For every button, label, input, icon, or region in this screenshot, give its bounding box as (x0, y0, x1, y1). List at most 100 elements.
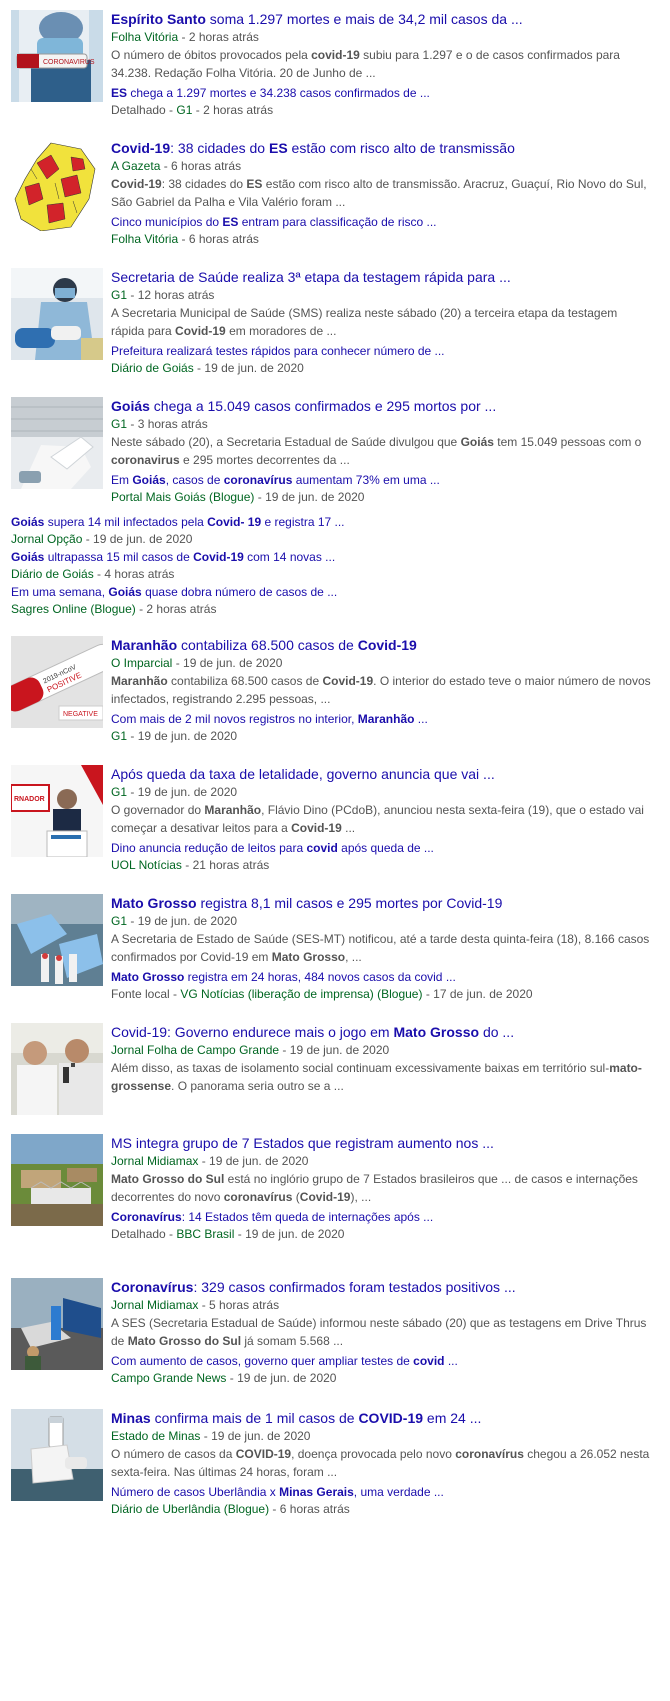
related-story-link[interactable]: Número de casos Uberlândia x Minas Gerai… (111, 1484, 651, 1500)
text-run: O número de casos da (111, 1447, 236, 1461)
story-headline-link[interactable]: Secretaria de Saúde realiza 3ª etapa da … (111, 268, 651, 286)
highlighted-term: Goiás (132, 473, 166, 487)
news-source: Folha Vitória (111, 30, 179, 44)
story-headline-link[interactable]: Mato Grosso registra 8,1 mil casos e 295… (111, 894, 651, 912)
highlighted-term: Maranhão (204, 803, 262, 817)
highlighted-term: Mato Grosso do Sul (111, 1172, 225, 1186)
meta-separator: - (234, 1227, 246, 1241)
highlighted-term: Goiás (108, 585, 142, 599)
text-run: ... (444, 1354, 458, 1368)
aerial-hospital-photo-icon[interactable] (11, 1134, 103, 1226)
related-story-link[interactable]: Em uma semana, Goiás quase dobra número … (11, 584, 611, 600)
lab-gloves-photo-icon[interactable] (11, 397, 103, 489)
drive-thru-photo-icon[interactable] (11, 1278, 103, 1370)
publish-time: 19 de jun. de 2020 (265, 490, 365, 504)
meta-separator: - (127, 914, 138, 928)
text-run: em 24 ... (423, 1410, 482, 1426)
story-meta: Fonte local - VG Notícias (liberação de … (111, 986, 651, 1002)
vaccine-vial-photo-icon[interactable] (11, 1409, 103, 1501)
text-run: supera 14 mil infectados pela (44, 515, 208, 529)
related-story-link[interactable]: Dino anuncia redução de leitos para covi… (111, 840, 651, 856)
highlighted-term: ES (111, 86, 128, 100)
text-run: Com mais de 2 mil novos registros no int… (111, 712, 358, 726)
news-source: G1 (111, 785, 128, 799)
highlighted-term: Covid-19 (193, 550, 244, 564)
related-story-link[interactable]: Com aumento de casos, governo quer ampli… (111, 1353, 651, 1369)
related-story-link[interactable]: Coronavírus: 14 Estados têm queda de int… (111, 1209, 651, 1225)
highlighted-term: covid-19 (311, 48, 360, 62)
extra-related-story: Em uma semana, Goiás quase dobra número … (11, 584, 611, 617)
story-headline-link[interactable]: Goiás chega a 15.049 casos confirmados e… (111, 397, 651, 415)
related-story-link[interactable]: Goiás supera 14 mil infectados pela Covi… (11, 514, 611, 530)
highlighted-term: Covid-19 (175, 324, 226, 338)
text-run: . O panorama seria outro se a ... (171, 1079, 344, 1093)
story-headline-link[interactable]: Coronavírus: 329 casos confirmados foram… (111, 1278, 651, 1296)
svg-text:RNADOR: RNADOR (14, 796, 45, 803)
highlighted-term: ES (268, 140, 288, 156)
story-headline-link[interactable]: Após queda da taxa de letalidade, govern… (111, 765, 651, 783)
highlighted-term: Coronavírus (111, 1279, 194, 1295)
news-source: Folha Vitória (111, 232, 179, 246)
news-source: G1 (111, 729, 128, 743)
related-story-link[interactable]: Prefeitura realizará testes rápidos para… (111, 343, 651, 359)
risk-map-icon[interactable] (11, 139, 103, 231)
publish-time: 2 horas atrás (188, 30, 259, 44)
text-run: A Secretaria de Estado de Saúde (SES-MT)… (111, 932, 650, 964)
story-snippet: O número de casos da COVID-19, doença pr… (111, 1445, 651, 1481)
meta-separator: - (226, 1371, 238, 1385)
story-snippet: Covid-19: 38 cidades do ES estão com ris… (111, 175, 651, 211)
story-meta: G1 - 3 horas atrás (111, 416, 651, 432)
coronavirus-vial-photo-icon[interactable]: CORONAVIRUS (11, 10, 103, 102)
story-meta: Portal Mais Goiás (Blogue) - 19 de jun. … (111, 489, 651, 505)
highlighted-term: Covid-19 (111, 140, 171, 156)
publish-time: 19 de jun. de 2020 (137, 729, 238, 743)
news-source: Jornal Midiamax (111, 1298, 199, 1312)
lab-samples-photo-icon[interactable] (11, 894, 103, 986)
related-story-link[interactable]: Goiás ultrapassa 15 mil casos de Covid-1… (11, 549, 611, 565)
text-run: Cinco municípios do (111, 215, 223, 229)
story-headline-link[interactable]: Maranhão contabiliza 68.500 casos de Cov… (111, 636, 651, 654)
publish-time: 19 de jun. de 2020 (209, 1154, 309, 1168)
story-headline-link[interactable]: MS integra grupo de 7 Estados que regist… (111, 1134, 651, 1152)
highlighted-term: Coronavírus (111, 1210, 182, 1224)
text-run: já somam 5.568 ... (241, 1334, 344, 1348)
related-story-link[interactable]: Cinco municípios do ES entram para class… (111, 214, 651, 230)
related-story-link[interactable]: Mato Grosso registra em 24 horas, 484 no… (111, 969, 651, 985)
publish-time: 19 de jun. de 2020 (137, 785, 238, 799)
meta-separator: - (160, 159, 172, 173)
publish-time: 19 de jun. de 2020 (211, 1429, 311, 1443)
news-source: UOL Notícias (111, 858, 182, 872)
meta-separator: - (93, 567, 105, 581)
story-meta: Jornal Opção - 19 de jun. de 2020 (11, 531, 611, 547)
news-source: G1 (111, 288, 128, 302)
highlighted-term: Goiás (460, 435, 494, 449)
text-run: Número de casos Uberlândia x (111, 1485, 280, 1499)
meta-separator: - (422, 987, 434, 1001)
text-run: com 14 novas ... (243, 550, 336, 564)
positive-test-tube-photo-icon[interactable]: 2019-nCoV POSITIVE NEGATIVE (11, 636, 103, 728)
publish-time: 5 horas atrás (209, 1298, 280, 1312)
news-source: Jornal Opção (11, 532, 83, 546)
text-run: Covid-19: Governo endurece mais o jogo e… (111, 1024, 394, 1040)
rapid-test-photo-icon[interactable] (11, 268, 103, 360)
related-story-link[interactable]: Em Goiás, casos de coronavírus aumentam … (111, 472, 651, 488)
story-headline-link[interactable]: Minas confirma mais de 1 mil casos de CO… (111, 1409, 651, 1427)
text-run: ultrapassa 15 mil casos de (44, 550, 194, 564)
story-snippet: Mato Grosso do Sul está no inglório grup… (111, 1170, 651, 1206)
related-story-link[interactable]: ES chega a 1.297 mortes e 34.238 casos c… (111, 85, 651, 101)
text-run: ( (292, 1190, 300, 1204)
highlighted-term: coronavírus (223, 1190, 293, 1204)
story-headline-link[interactable]: Espírito Santo soma 1.297 mortes e mais … (111, 10, 651, 28)
story-meta: G1 - 19 de jun. de 2020 (111, 784, 651, 800)
related-story-link[interactable]: Com mais de 2 mil novos registros no int… (111, 711, 651, 727)
story-headline-link[interactable]: Covid-19: 38 cidades do ES estão com ris… (111, 139, 651, 157)
story-meta: Campo Grande News - 19 de jun. de 2020 (111, 1370, 651, 1386)
highlighted-term: Mato Grosso (271, 950, 346, 964)
story-meta: A Gazeta - 6 horas atrás (111, 158, 651, 174)
publish-time: 12 horas atrás (137, 288, 215, 302)
officials-speaking-photo-icon[interactable] (11, 1023, 103, 1115)
text-run: ... (341, 821, 356, 835)
meta-separator: - (181, 858, 193, 872)
governor-press-photo-icon[interactable]: RNADOR (11, 765, 103, 857)
story-headline-link[interactable]: Covid-19: Governo endurece mais o jogo e… (111, 1023, 651, 1041)
